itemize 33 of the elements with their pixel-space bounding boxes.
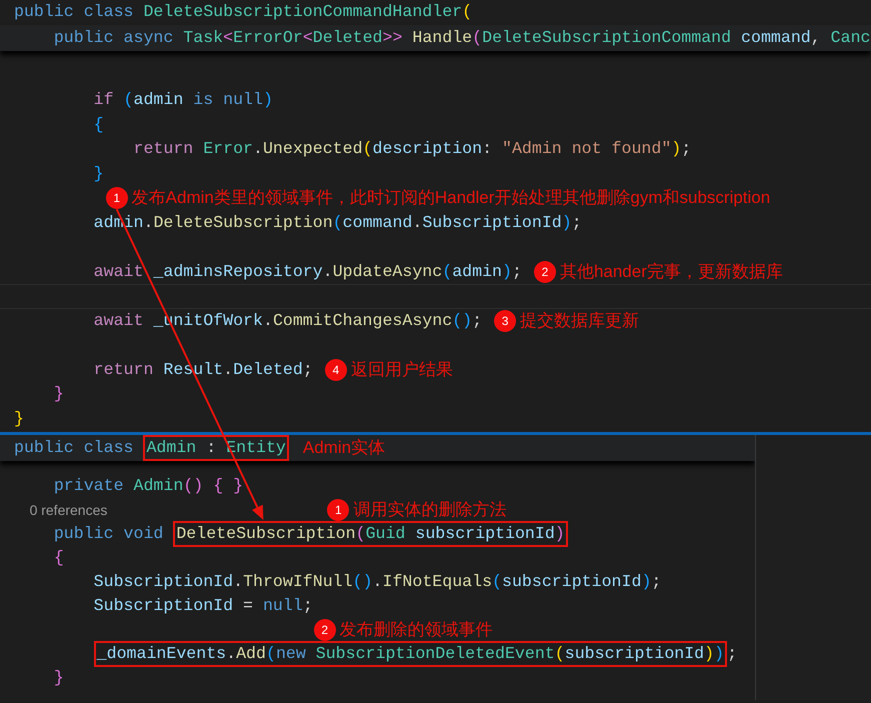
annotation-text: 发布删除的领域事件 [340, 619, 493, 641]
number-badge: 3 [494, 310, 516, 332]
code-text: } [94, 162, 104, 185]
code-text: } [54, 383, 64, 406]
number-badge: 2 [534, 260, 556, 283]
code-text: public async Task<ErrorOr<Deleted>> Handle(DeleteSubscriptionCommand command, Canc [54, 26, 871, 48]
highlighted-code: DeleteSubscription(Guid subscriptionId) [173, 521, 568, 547]
code-text: public void [54, 523, 164, 545]
number-badge: 2 [314, 619, 336, 641]
code-text: return Error.Unexpected(description: "Admin not found"); [134, 138, 692, 160]
number-badge: 1 [327, 499, 350, 521]
annotation-text: Admin实体 [302, 437, 386, 459]
annotation-text: 返回用户结果 [350, 358, 453, 381]
annotation-text: 发布Admin类里的领域事件，此时订阅的Handler开始处理其他删除gym和subscription [132, 187, 770, 210]
annotation-text: 调用实体的删除方法 [353, 499, 506, 521]
code-text: await _adminsRepository.UpdateAsync(admin); [94, 260, 522, 283]
code-text: public class [14, 437, 134, 459]
annotation-text: 其他hander完事，更新数据库 [560, 260, 783, 283]
highlighted-code: _domainEvents.Add(new SubscriptionDeletedEvent(subscriptionId)) [94, 641, 728, 667]
codelens-text[interactable]: 0 references [30, 499, 108, 521]
code-text: } [14, 408, 24, 430]
code-text: SubscriptionId.ThrowIfNull().IfNotEquals(subscriptionId); [94, 571, 662, 593]
code-text: } [54, 667, 64, 689]
code-text: private Admin() { } [54, 475, 244, 497]
code-text: SubscriptionId = null; [94, 595, 313, 617]
code-text: if (admin is null) [94, 89, 273, 112]
code-text: public class DeleteSubscriptionCommandHandler( [14, 1, 472, 24]
annotation-text: 提交数据库更新 [520, 310, 640, 332]
code-text: { [54, 547, 64, 569]
code-text: ; [727, 643, 738, 665]
code-text: { [94, 114, 104, 136]
number-badge: 1 [106, 187, 128, 210]
number-badge: 4 [324, 358, 347, 381]
